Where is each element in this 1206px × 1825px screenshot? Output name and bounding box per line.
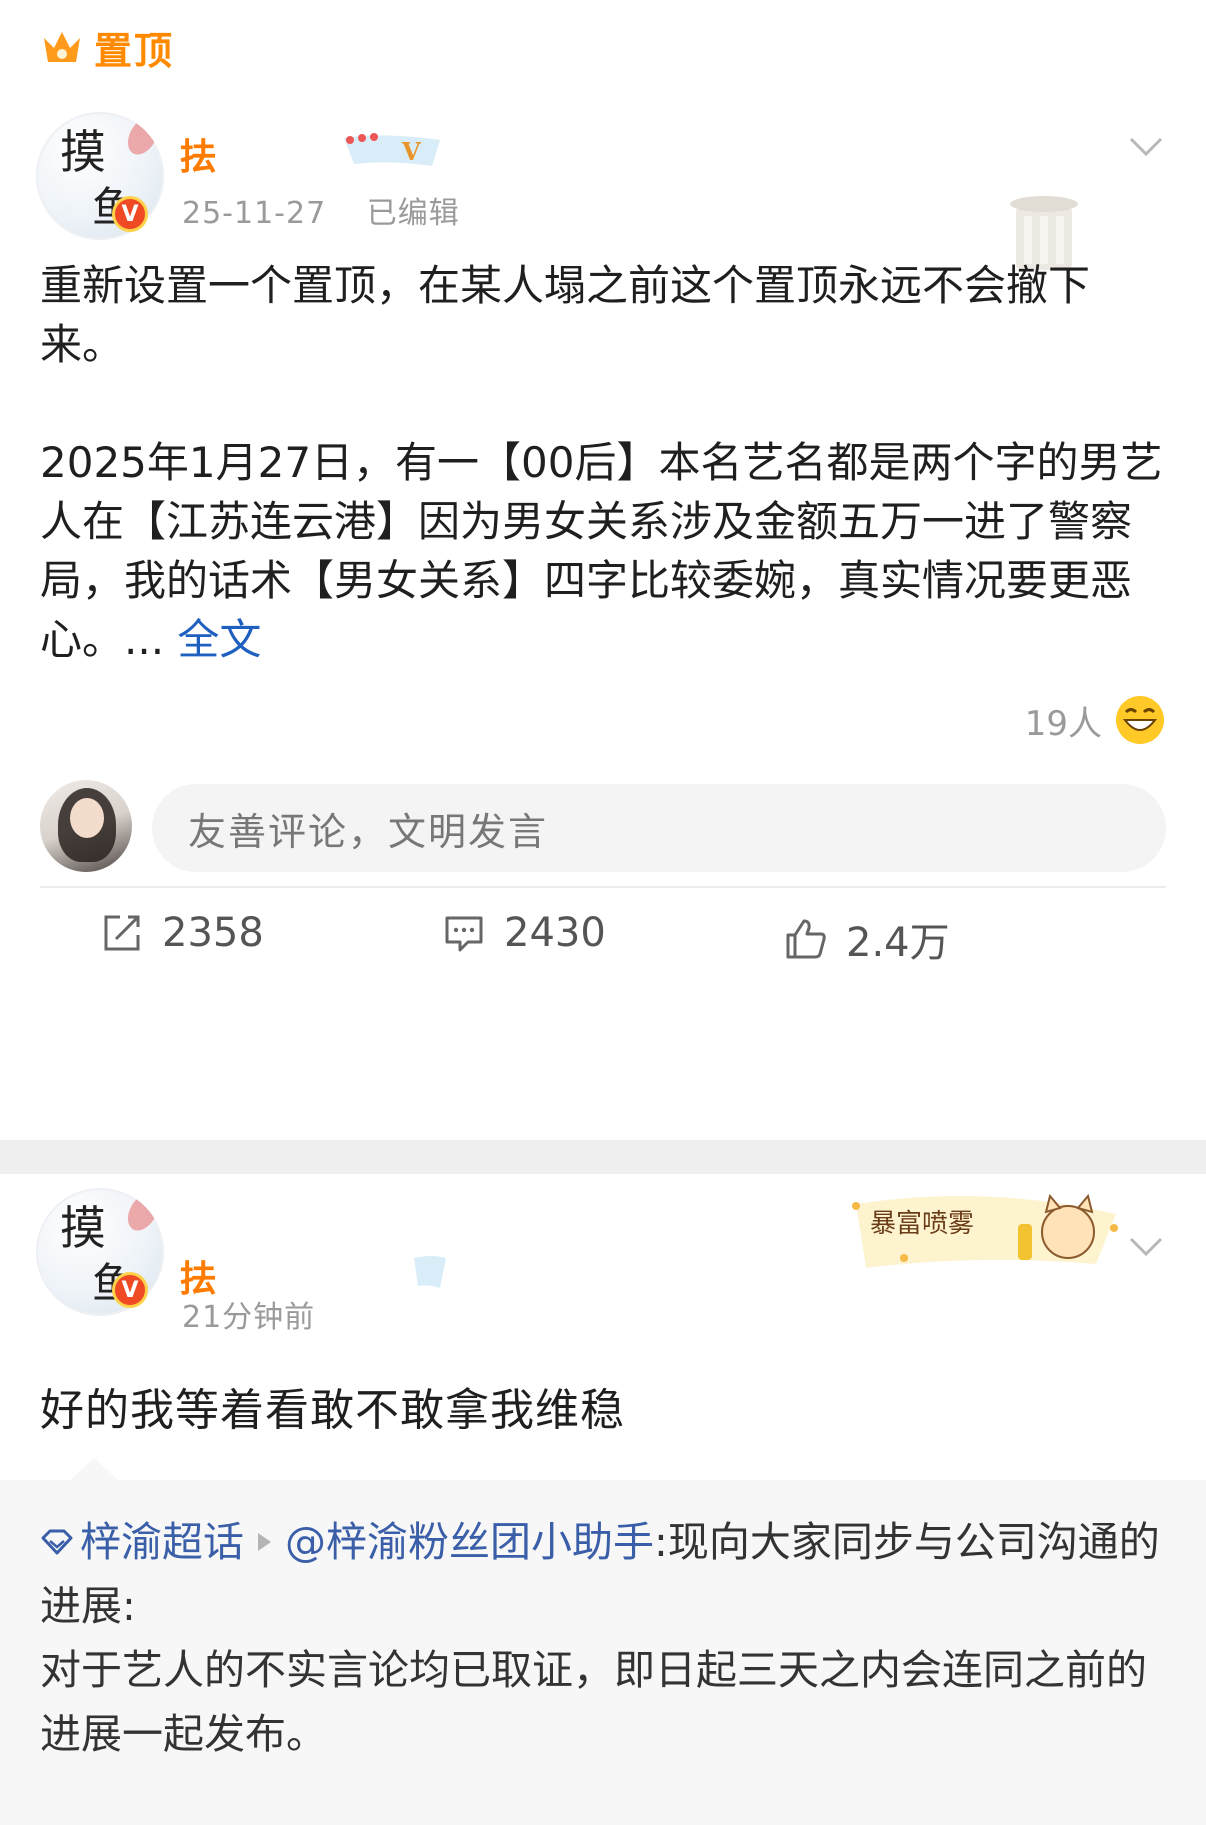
pinned-text: 置顶: [94, 29, 175, 73]
comment-compose-row: 友善评论，文明发言: [40, 780, 1166, 874]
post-body: 重新设置一个置顶，在某人塌之前这个置顶永远不会撤下来。 2025年1月27日，有…: [40, 256, 1170, 669]
comment-input[interactable]: 友善评论，文明发言: [152, 784, 1166, 872]
comment-icon: [445, 916, 483, 952]
quoted-post[interactable]: 梓渝超话 @梓渝粉丝团小助手:现向大家同步与公司沟通的进展: 对于艺人的不实言论均…: [0, 1458, 1206, 1825]
card-decoration-icon: 暴富喷雾: [852, 1193, 1118, 1268]
crown-icon: [44, 31, 80, 62]
decoration-text: 暴富喷雾: [870, 1209, 974, 1239]
comment-button[interactable]: 2430: [442, 910, 606, 956]
quoted-text: 梓渝超话 @梓渝粉丝团小助手:现向大家同步与公司沟通的进展: 对于艺人的不实言论均…: [40, 1510, 1170, 1766]
grin-emoji-icon: [1116, 696, 1164, 744]
chevron-down-icon[interactable]: [1128, 1236, 1164, 1258]
card-separator: [0, 1140, 1206, 1174]
full-text-link[interactable]: 全文: [177, 615, 261, 664]
separator-triangle-icon: [258, 1533, 271, 1551]
vip-badge-icon: V: [344, 133, 440, 166]
post-body: 好的我等着看敢不敢拿我维稳: [40, 1385, 625, 1436]
like-icon: [786, 919, 826, 959]
vip-badge-icon: [414, 1256, 446, 1288]
divider: [40, 886, 1166, 888]
verified-badge: V: [112, 1272, 148, 1308]
reaction-count: 19人: [1024, 703, 1102, 744]
svg-text:V: V: [401, 137, 421, 166]
mention-link[interactable]: @梓渝粉丝团小助手: [285, 1518, 654, 1566]
post-paragraph: 重新设置一个置顶，在某人塌之前这个置顶永远不会撤下来。: [40, 261, 1091, 369]
like-count: 2.4万: [846, 920, 950, 966]
post-meta: 25-11-27 已编辑: [182, 188, 490, 232]
post-paragraph: 2025年1月27日，有一【00后】本名艺名都是两个字的男艺人在【江苏连云港】因…: [40, 438, 1163, 664]
reactions-summary[interactable]: 19人: [1025, 694, 1166, 746]
verified-badge: V: [112, 196, 148, 232]
viewer-avatar[interactable]: [40, 780, 132, 872]
pinned-label: 置顶: [40, 20, 174, 75]
comment-count: 2430: [504, 910, 606, 956]
super-topic-gem-icon: [41, 1529, 73, 1555]
edited-label: 已编辑: [366, 196, 460, 231]
quoted-line-2: 对于艺人的不实言论均已取证，即日起三天之内会连同之前的进展一起发布。: [40, 1646, 1147, 1758]
action-bar: 2358 2430 2.4万: [0, 910, 1206, 980]
quote-pointer: [70, 1458, 118, 1480]
repost-icon: [104, 915, 140, 951]
repost-count: 2358: [162, 910, 264, 956]
chevron-down-icon[interactable]: [1128, 136, 1164, 158]
like-button[interactable]: 2.4万: [784, 910, 950, 968]
post-card-pinned: 摸 鱼 V 抾 V 25-11-27 已编辑 重新设置一个置顶，在某人塌之前这个…: [0, 100, 1206, 1140]
super-topic-link[interactable]: 梓渝超话: [40, 1518, 244, 1566]
post-time: 21分钟前: [182, 1300, 316, 1335]
author-name[interactable]: 抾: [180, 128, 216, 180]
repost-button[interactable]: 2358: [100, 910, 264, 956]
post-card-reply: 摸 鱼 V 抾 21分钟前 暴富喷雾 好的我等着看敢不敢拿我维稳 梓渝超话@梓渝…: [0, 1174, 1206, 1825]
post-date: 25-11-27: [182, 196, 327, 231]
